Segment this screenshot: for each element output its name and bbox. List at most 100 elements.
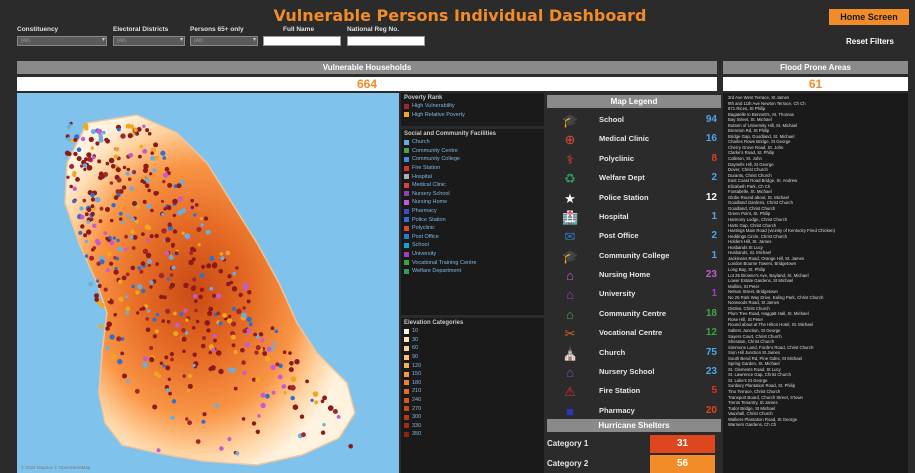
- map-point: [171, 265, 176, 270]
- elevation-legend-item[interactable]: 300: [404, 413, 541, 422]
- map-point: [115, 256, 119, 261]
- map-legend-label: Welfare Dept: [599, 173, 645, 183]
- map-point: [218, 321, 223, 326]
- elevation-legend-item[interactable]: 150: [404, 370, 541, 379]
- facility-legend-item[interactable]: Welfare Department: [404, 267, 541, 276]
- map-legend-item[interactable]: ★ Police Station 12: [547, 188, 721, 209]
- welfare-icon: ♻: [564, 171, 576, 187]
- facility-legend-item[interactable]: Polyclinic: [404, 224, 541, 233]
- map-legend-item[interactable]: 🎓 Community College 1: [547, 246, 721, 267]
- facility-legend-item[interactable]: Fire Station: [404, 164, 541, 173]
- map-legend-item[interactable]: ⚕ Polyclinic 8: [547, 149, 721, 170]
- poverty-legend-item[interactable]: High Relative Poverty: [404, 111, 541, 120]
- map-point: [147, 188, 151, 193]
- facility-legend-item[interactable]: Hospital: [404, 172, 541, 181]
- poverty-legend-item[interactable]: High Vulnerability: [404, 102, 541, 111]
- elevation-legend-item[interactable]: 90: [404, 353, 541, 362]
- national-reg-input[interactable]: [347, 36, 425, 46]
- map-point: [225, 250, 231, 256]
- map-point: [117, 246, 123, 252]
- facility-legend-item[interactable]: University: [404, 250, 541, 259]
- facility-swatch-icon: [404, 199, 409, 205]
- map-point: [246, 316, 252, 322]
- map-legend-item[interactable]: ✂ Vocational Centre 12: [547, 323, 721, 344]
- map-point: [191, 257, 196, 262]
- map-point: [199, 273, 205, 278]
- map-legend-item[interactable]: ⌂ Nursing Home 23: [547, 265, 721, 286]
- map-point: [299, 414, 305, 419]
- elevation-swatch-icon: [404, 397, 409, 403]
- home-screen-button[interactable]: Home Screen: [829, 9, 909, 25]
- map-point: [184, 233, 191, 239]
- map-legend-item[interactable]: ⌂ Nursery School 23: [547, 362, 721, 383]
- flood-prone-list[interactable]: 3rd Ave West Terrace, St James 9th and 11…: [723, 93, 908, 473]
- map-legend-item[interactable]: ⌂ University 1: [547, 284, 721, 305]
- elevation-legend-item[interactable]: 240: [404, 396, 541, 405]
- elevation-legend-item[interactable]: 210: [404, 387, 541, 396]
- map-point: [149, 280, 154, 285]
- map-point: [192, 363, 196, 368]
- persons-65-dropdown[interactable]: (All) ▾: [190, 36, 258, 46]
- map-legend-item[interactable]: ⛪ Church 75: [547, 343, 721, 364]
- map-point: [193, 294, 198, 299]
- constituency-dropdown[interactable]: (All) ▾: [17, 36, 107, 46]
- map-point: [206, 263, 212, 269]
- map-point: [86, 165, 93, 171]
- facility-legend-label: Nursing Home: [412, 199, 448, 206]
- map-legend-item[interactable]: ✉ Post Office 2: [547, 226, 721, 247]
- facility-legend-label: Community Centre: [412, 147, 458, 154]
- electoral-districts-dropdown[interactable]: (All) ▾: [113, 36, 185, 46]
- map-point: [242, 306, 246, 310]
- map-point: [154, 233, 159, 239]
- facility-legend-item[interactable]: Community Centre: [404, 147, 541, 156]
- facility-legend-item[interactable]: Nursing Home: [404, 198, 541, 207]
- facility-legend-item[interactable]: Community College: [404, 155, 541, 164]
- elevation-legend-item[interactable]: 180: [404, 379, 541, 388]
- elevation-legend-label: 90: [412, 354, 419, 361]
- elevation-legend-item[interactable]: 120: [404, 361, 541, 370]
- map-point: [240, 347, 245, 353]
- facility-legend-item[interactable]: Church: [404, 138, 541, 147]
- map-point: [136, 311, 140, 315]
- fire-station-icon: ⚠: [564, 384, 576, 400]
- map-legend-item[interactable]: ⌂ Community Centre 18: [547, 304, 721, 325]
- map-point: [90, 211, 95, 217]
- map-point: [108, 157, 115, 164]
- map-point: [174, 251, 179, 255]
- elevation-legend-item[interactable]: 350: [404, 430, 541, 439]
- map-point: [90, 192, 95, 198]
- map-legend-count: 20: [705, 404, 717, 416]
- elevation-legend-item[interactable]: 10: [404, 327, 541, 336]
- map-legend-item[interactable]: ♻ Welfare Dept 2: [547, 168, 721, 189]
- map-legend-item[interactable]: 🏥 Hospital 1: [547, 207, 721, 228]
- facility-legend-item[interactable]: School: [404, 241, 541, 250]
- facility-legend-item[interactable]: Pharmacy: [404, 207, 541, 216]
- facility-legend-item[interactable]: Post Office: [404, 233, 541, 242]
- map-legend-item[interactable]: ⊕ Medical Clinic 16: [547, 129, 721, 150]
- map-point: [233, 349, 238, 355]
- elevation-legend-label: 150: [412, 371, 422, 378]
- map-point: [266, 346, 272, 352]
- full-name-input[interactable]: [263, 36, 341, 46]
- reset-filters-button[interactable]: Reset Filters: [832, 37, 894, 46]
- map-point: [126, 213, 130, 218]
- map-point: [127, 177, 132, 181]
- elevation-legend-item[interactable]: 60: [404, 344, 541, 353]
- elevation-legend-item[interactable]: 270: [404, 404, 541, 413]
- map-legend-label: Polyclinic: [599, 153, 635, 163]
- map-point: [137, 284, 143, 290]
- elevation-legend-item[interactable]: 30: [404, 336, 541, 345]
- facility-legend-item[interactable]: Medical Clinic: [404, 181, 541, 190]
- map-view[interactable]: © 2022 Mapbox © OpenStreetMap: [17, 93, 399, 473]
- map-legend-item[interactable]: 🎓 School 94: [547, 110, 721, 131]
- map-point: [332, 409, 338, 414]
- map-point: [200, 343, 206, 349]
- facility-legend-item[interactable]: Vocational Training Centre: [404, 258, 541, 267]
- facility-legend-item[interactable]: Nursery School: [404, 190, 541, 199]
- map-legend-label: Nursery School: [599, 366, 655, 376]
- map-legend-item[interactable]: ⚠ Fire Station 5: [547, 381, 721, 402]
- electoral-districts-value: (All): [117, 38, 126, 44]
- map-point: [98, 219, 103, 224]
- facility-legend-item[interactable]: Police Station: [404, 215, 541, 224]
- elevation-legend-item[interactable]: 330: [404, 422, 541, 431]
